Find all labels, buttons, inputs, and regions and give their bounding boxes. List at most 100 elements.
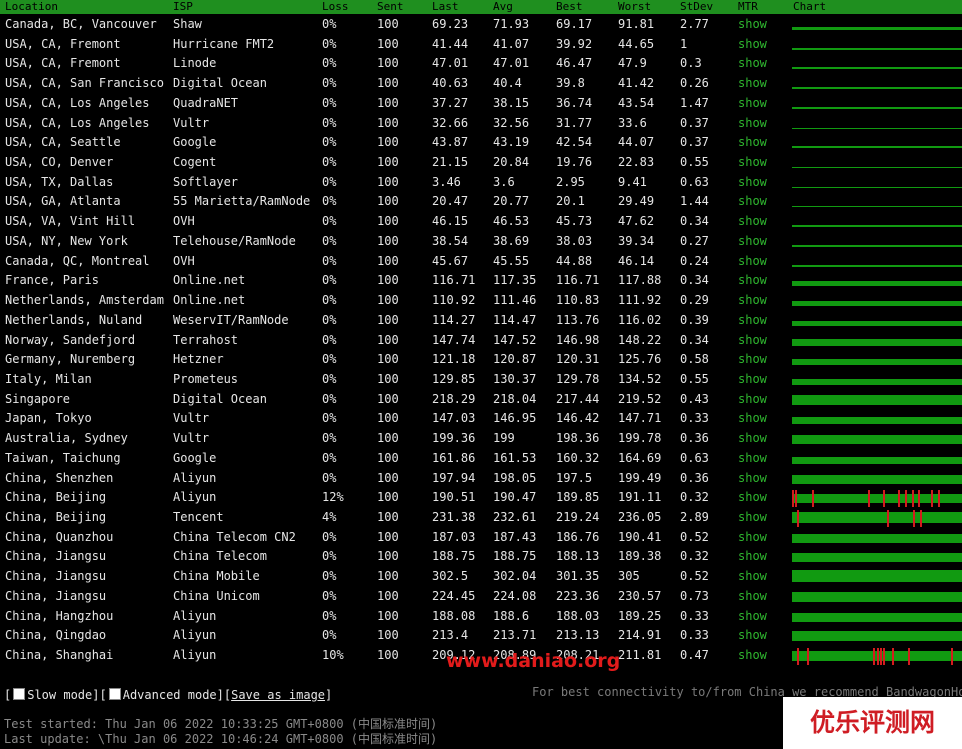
- cell-loss: 0%: [322, 391, 337, 406]
- table-row: Germany, Nuremberg Hetzner 0% 100 121.18 120.…: [0, 350, 962, 369]
- mtr-show-link[interactable]: show: [738, 331, 767, 350]
- packet-loss-spike: [883, 490, 885, 508]
- advanced-mode-checkbox[interactable]: [108, 688, 121, 700]
- mtr-show-link[interactable]: show: [738, 607, 767, 626]
- cell-isp: Shaw: [173, 17, 202, 31]
- mtr-show-link[interactable]: show: [738, 449, 767, 468]
- cell-isp: OVH: [173, 214, 195, 229]
- mtr-show-link[interactable]: show: [738, 508, 767, 527]
- mtr-show-link[interactable]: show: [738, 173, 767, 192]
- cell-location: USA, NY, New York: [5, 233, 128, 248]
- cell-last: 20.47: [432, 194, 469, 209]
- cell-isp: Hetzner: [173, 352, 224, 367]
- mtr-show-link[interactable]: show: [738, 133, 767, 152]
- mtr-show-link[interactable]: show: [738, 74, 767, 93]
- cell-avg: 161.53: [493, 450, 537, 465]
- cell-best: 39.8: [556, 76, 585, 91]
- cell-isp: Aliyun: [173, 490, 217, 505]
- cell-worst: 47.9: [618, 56, 647, 71]
- latency-bar: [792, 67, 962, 70]
- cell-avg: 146.95: [493, 411, 537, 426]
- latency-fill: [792, 320, 962, 326]
- mtr-show-link[interactable]: show: [738, 54, 767, 73]
- cell-worst: 41.42: [618, 76, 655, 91]
- latency-bar: [792, 394, 962, 405]
- latency-bar: [792, 244, 962, 247]
- mtr-show-link[interactable]: show: [738, 350, 767, 369]
- mtr-show-link[interactable]: show: [738, 528, 767, 547]
- mtr-show-link[interactable]: show: [738, 488, 767, 507]
- mtr-show-link[interactable]: show: [738, 291, 767, 310]
- cell-last: 47.01: [432, 56, 469, 71]
- cell-avg: 71.93: [493, 17, 530, 31]
- cell-avg: 46.53: [493, 214, 530, 229]
- latency-fill: [792, 612, 962, 622]
- mtr-show-link[interactable]: show: [738, 429, 767, 448]
- mtr-show-link[interactable]: show: [738, 212, 767, 231]
- slow-mode-checkbox[interactable]: [13, 688, 26, 700]
- packet-loss-spike: [812, 490, 814, 508]
- cell-worst: 125.76: [618, 352, 662, 367]
- watermark-logo: 优乐评测网: [783, 697, 962, 749]
- mtr-show-link[interactable]: show: [738, 35, 767, 54]
- advanced-mode-label: Advanced mode: [122, 688, 217, 702]
- mtr-show-link[interactable]: show: [738, 232, 767, 251]
- cell-best: 31.77: [556, 115, 593, 130]
- cell-loss: 0%: [322, 312, 337, 327]
- table-row: China, Hangzhou Aliyun 0% 100 188.08 188.6 188…: [0, 607, 962, 626]
- mtr-show-link[interactable]: show: [738, 114, 767, 133]
- cell-sent: 100: [377, 174, 399, 189]
- cell-sent: 100: [377, 549, 399, 564]
- cell-sent: 100: [377, 312, 399, 327]
- mtr-show-link[interactable]: show: [738, 409, 767, 428]
- mtr-show-link[interactable]: show: [738, 271, 767, 290]
- mtr-show-link[interactable]: show: [738, 567, 767, 586]
- cell-stdev: 0.24: [680, 253, 709, 268]
- cell-worst: 46.14: [618, 253, 655, 268]
- mtr-show-link[interactable]: show: [738, 547, 767, 566]
- header-last: Last: [432, 0, 459, 13]
- cell-sent: 100: [377, 470, 399, 485]
- cell-isp: Online.net: [173, 293, 246, 308]
- mtr-show-link[interactable]: show: [738, 311, 767, 330]
- mtr-show-link[interactable]: show: [738, 15, 767, 34]
- cell-sent: 100: [377, 510, 399, 524]
- latency-bar: [792, 264, 962, 267]
- cell-stdev: 0.29: [680, 293, 709, 308]
- cell-best: 44.88: [556, 253, 593, 268]
- mtr-show-link[interactable]: show: [738, 646, 767, 665]
- latency-fill: [792, 512, 962, 523]
- mtr-show-link[interactable]: show: [738, 252, 767, 271]
- cell-loss: 0%: [322, 352, 337, 367]
- cell-sent: 100: [377, 36, 399, 51]
- cell-stdev: 2.89: [680, 510, 709, 524]
- mtr-show-link[interactable]: show: [738, 94, 767, 113]
- cell-loss: 0%: [322, 36, 337, 51]
- cell-isp: Digital Ocean: [173, 391, 267, 406]
- cell-avg: 114.47: [493, 312, 537, 327]
- cell-isp: Google: [173, 135, 217, 150]
- cell-sent: 100: [377, 588, 399, 603]
- mtr-show-link[interactable]: show: [738, 370, 767, 389]
- mtr-show-link[interactable]: show: [738, 587, 767, 606]
- cell-location: Netherlands, Nuland: [5, 312, 143, 327]
- table-row: USA, CA, Seattle Google 0% 100 43.87 43.19 42.…: [0, 133, 962, 152]
- cell-location: China, Jiangsu: [5, 569, 107, 584]
- latency-fill: [792, 87, 962, 90]
- table-row: USA, GA, Atlanta 55 Marietta/RamNode 0% 100…: [0, 192, 962, 211]
- mtr-show-link[interactable]: show: [738, 390, 767, 409]
- mtr-show-link[interactable]: show: [738, 626, 767, 645]
- cell-loss: 0%: [322, 450, 337, 465]
- mtr-show-link[interactable]: show: [738, 469, 767, 488]
- cell-sent: 100: [377, 17, 399, 31]
- cell-worst: 305: [618, 569, 640, 584]
- mtr-show-link[interactable]: show: [738, 192, 767, 211]
- latency-fill: [792, 301, 962, 307]
- cell-best: 301.35: [556, 569, 600, 584]
- cell-avg: 41.07: [493, 36, 530, 51]
- cell-avg: 147.52: [493, 332, 537, 347]
- save-as-image-link[interactable]: Save as image: [231, 688, 325, 702]
- latency-bar: [792, 648, 962, 666]
- cell-isp: WeservIT/RamNode: [173, 312, 289, 327]
- mtr-show-link[interactable]: show: [738, 153, 767, 172]
